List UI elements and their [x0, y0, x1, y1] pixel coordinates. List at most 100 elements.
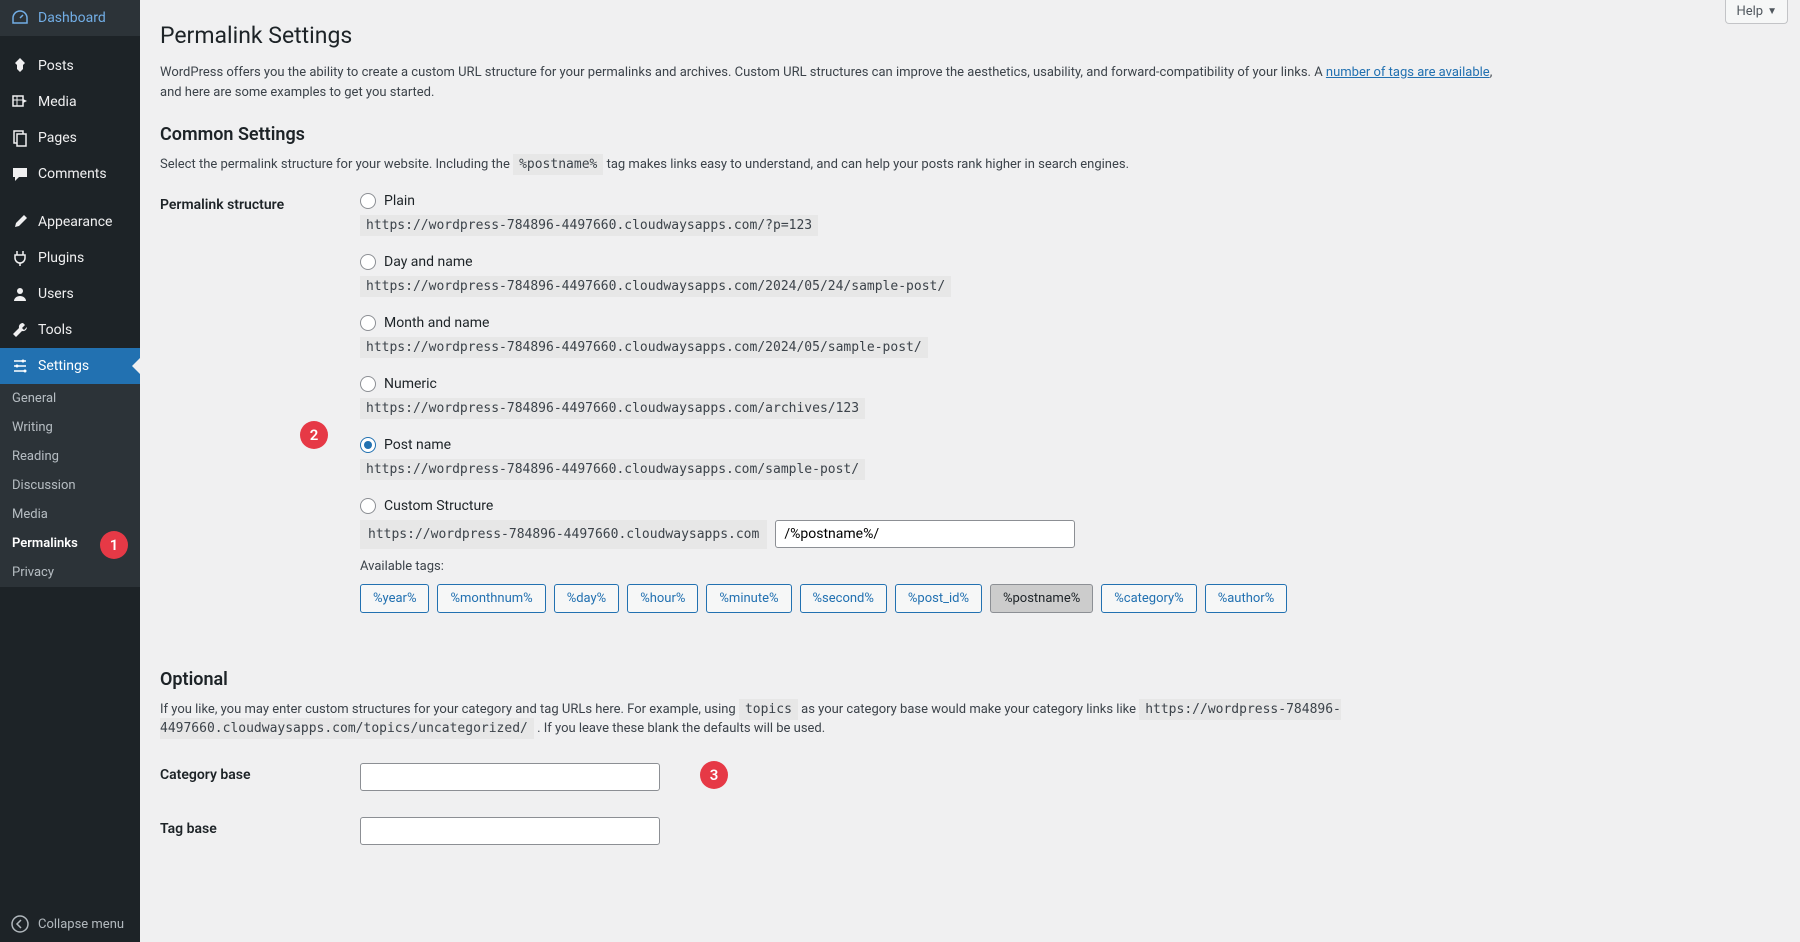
- tag-button-year[interactable]: %year%: [360, 584, 429, 613]
- common-settings-heading: Common Settings: [160, 124, 1780, 145]
- submenu-item-privacy[interactable]: Privacy: [0, 558, 140, 587]
- sidebar-item-pages[interactable]: Pages: [0, 120, 140, 156]
- sidebar-item-label: Tools: [38, 322, 72, 338]
- tag-button-monthnum[interactable]: %monthnum%: [437, 584, 545, 613]
- page-title: Permalink Settings: [160, 22, 1780, 49]
- chevron-down-icon: ▼: [1767, 6, 1777, 17]
- sidebar-item-label: Posts: [38, 58, 74, 74]
- submenu-item-general[interactable]: General: [0, 384, 140, 413]
- tags-available-link[interactable]: number of tags are available: [1326, 65, 1490, 80]
- page-icon: [10, 128, 30, 148]
- sidebar-item-label: Users: [38, 286, 74, 302]
- media-icon: [10, 92, 30, 112]
- radio-3[interactable]: [360, 376, 376, 392]
- option-label[interactable]: Post name: [384, 437, 451, 453]
- annotation-badge-2: 2: [300, 421, 328, 449]
- sidebar-item-posts[interactable]: Posts: [0, 48, 140, 84]
- option-url-sample: https://wordpress-784896-4497660.cloudwa…: [360, 337, 928, 358]
- help-tab[interactable]: Help ▼: [1725, 0, 1788, 24]
- option-label[interactable]: Month and name: [384, 315, 489, 331]
- option-label[interactable]: Day and name: [384, 254, 473, 270]
- custom-base-url: https://wordpress-784896-4497660.cloudwa…: [360, 520, 767, 549]
- option-label[interactable]: Custom Structure: [384, 498, 493, 514]
- topics-code: topics: [739, 699, 798, 720]
- intro-text: WordPress offers you the ability to crea…: [160, 63, 1500, 102]
- main-content: Help ▼ Permalink Settings WordPress offe…: [140, 0, 1800, 942]
- category-base-label: Category base: [160, 763, 360, 783]
- pin-icon: [10, 56, 30, 76]
- option-label[interactable]: Numeric: [384, 376, 437, 392]
- tag-button-second[interactable]: %second%: [800, 584, 887, 613]
- sidebar-item-label: Dashboard: [38, 10, 106, 26]
- permalink-option-day-and-name: Day and name https://wordpress-784896-449…: [360, 254, 1780, 297]
- radio-4[interactable]: [360, 437, 376, 453]
- sidebar-item-tools[interactable]: Tools: [0, 312, 140, 348]
- radio-5[interactable]: [360, 498, 376, 514]
- help-label: Help: [1736, 4, 1763, 19]
- sidebar-item-settings[interactable]: Settings: [0, 348, 140, 384]
- collapse-menu-button[interactable]: Collapse menu: [0, 906, 140, 942]
- sidebar-item-label: Comments: [38, 166, 107, 182]
- permalink-option-numeric: Numeric https://wordpress-784896-4497660.…: [360, 376, 1780, 419]
- permalink-structure-label: Permalink structure: [160, 193, 360, 213]
- brush-icon: [10, 212, 30, 232]
- sidebar-item-comments[interactable]: Comments: [0, 156, 140, 192]
- tag-button-postname[interactable]: %postname%: [990, 584, 1093, 613]
- option-url-sample: https://wordpress-784896-4497660.cloudwa…: [360, 215, 818, 236]
- sidebar-item-label: Pages: [38, 130, 77, 146]
- available-tags-row: %year% %monthnum% %day%%hour% %minute% %seco…: [360, 584, 1780, 613]
- tag-button-hour[interactable]: %hour%: [627, 584, 698, 613]
- tag-button-post_id[interactable]: %post_id%: [895, 584, 982, 613]
- sidebar-item-users[interactable]: Users: [0, 276, 140, 312]
- plug-icon: [10, 248, 30, 268]
- postname-tag-code: %postname%: [513, 154, 603, 175]
- sidebar-item-plugins[interactable]: Plugins: [0, 240, 140, 276]
- radio-2[interactable]: [360, 315, 376, 331]
- sidebar-item-media[interactable]: Media: [0, 84, 140, 120]
- common-settings-desc: Select the permalink structure for your …: [160, 155, 1500, 175]
- tag-button-day[interactable]: %day%: [554, 584, 620, 613]
- comment-icon: [10, 164, 30, 184]
- collapse-menu-label: Collapse menu: [38, 917, 124, 932]
- custom-structure-input[interactable]: [775, 520, 1075, 548]
- option-url-sample: https://wordpress-784896-4497660.cloudwa…: [360, 398, 865, 419]
- settings-submenu: GeneralWritingReadingDiscussionMediaPerm…: [0, 384, 140, 587]
- user-icon: [10, 284, 30, 304]
- submenu-item-writing[interactable]: Writing: [0, 413, 140, 442]
- settings-icon: [10, 356, 30, 376]
- option-url-sample: https://wordpress-784896-4497660.cloudwa…: [360, 459, 865, 480]
- submenu-item-discussion[interactable]: Discussion: [0, 471, 140, 500]
- permalink-options: 2 Plainhttps://wordpress-784896-4497660.…: [360, 193, 1780, 631]
- tag-base-label: Tag base: [160, 817, 360, 837]
- option-url-sample: https://wordpress-784896-4497660.cloudwa…: [360, 276, 951, 297]
- tag-button-category[interactable]: %category%: [1101, 584, 1196, 613]
- wrench-icon: [10, 320, 30, 340]
- permalink-option-custom-structure: Custom Structure https://wordpress-784896…: [360, 498, 1780, 613]
- admin-sidebar: Dashboard Posts Media Pages Comments Appearan…: [0, 0, 140, 942]
- annotation-badge-1: 1: [100, 531, 128, 559]
- sidebar-item-appearance[interactable]: Appearance: [0, 204, 140, 240]
- radio-0[interactable]: [360, 193, 376, 209]
- option-label[interactable]: Plain: [384, 193, 415, 209]
- permalink-option-month-and-name: Month and name https://wordpress-784896-4…: [360, 315, 1780, 358]
- tag-button-minute[interactable]: %minute%: [706, 584, 791, 613]
- sidebar-item-dashboard[interactable]: Dashboard: [0, 0, 140, 36]
- sidebar-item-label: Appearance: [38, 214, 112, 230]
- annotation-badge-3: 3: [700, 761, 728, 789]
- optional-desc: If you like, you may enter custom struct…: [160, 700, 1500, 739]
- sidebar-item-label: Media: [38, 94, 77, 110]
- radio-1[interactable]: [360, 254, 376, 270]
- permalink-option-post-name: Post name https://wordpress-784896-449766…: [360, 437, 1780, 480]
- collapse-icon: [10, 914, 30, 934]
- sidebar-item-label: Settings: [38, 358, 89, 374]
- tag-button-author[interactable]: %author%: [1205, 584, 1288, 613]
- permalink-option-plain: Plain https://wordpress-784896-4497660.cl…: [360, 193, 1780, 236]
- category-base-input[interactable]: [360, 763, 660, 791]
- submenu-item-media[interactable]: Media: [0, 500, 140, 529]
- available-tags-label: Available tags:: [360, 559, 1780, 574]
- tag-base-input[interactable]: [360, 817, 660, 845]
- dashboard-icon: [10, 8, 30, 28]
- submenu-item-permalinks[interactable]: Permalinks1: [0, 529, 140, 558]
- optional-heading: Optional: [160, 669, 1780, 690]
- submenu-item-reading[interactable]: Reading: [0, 442, 140, 471]
